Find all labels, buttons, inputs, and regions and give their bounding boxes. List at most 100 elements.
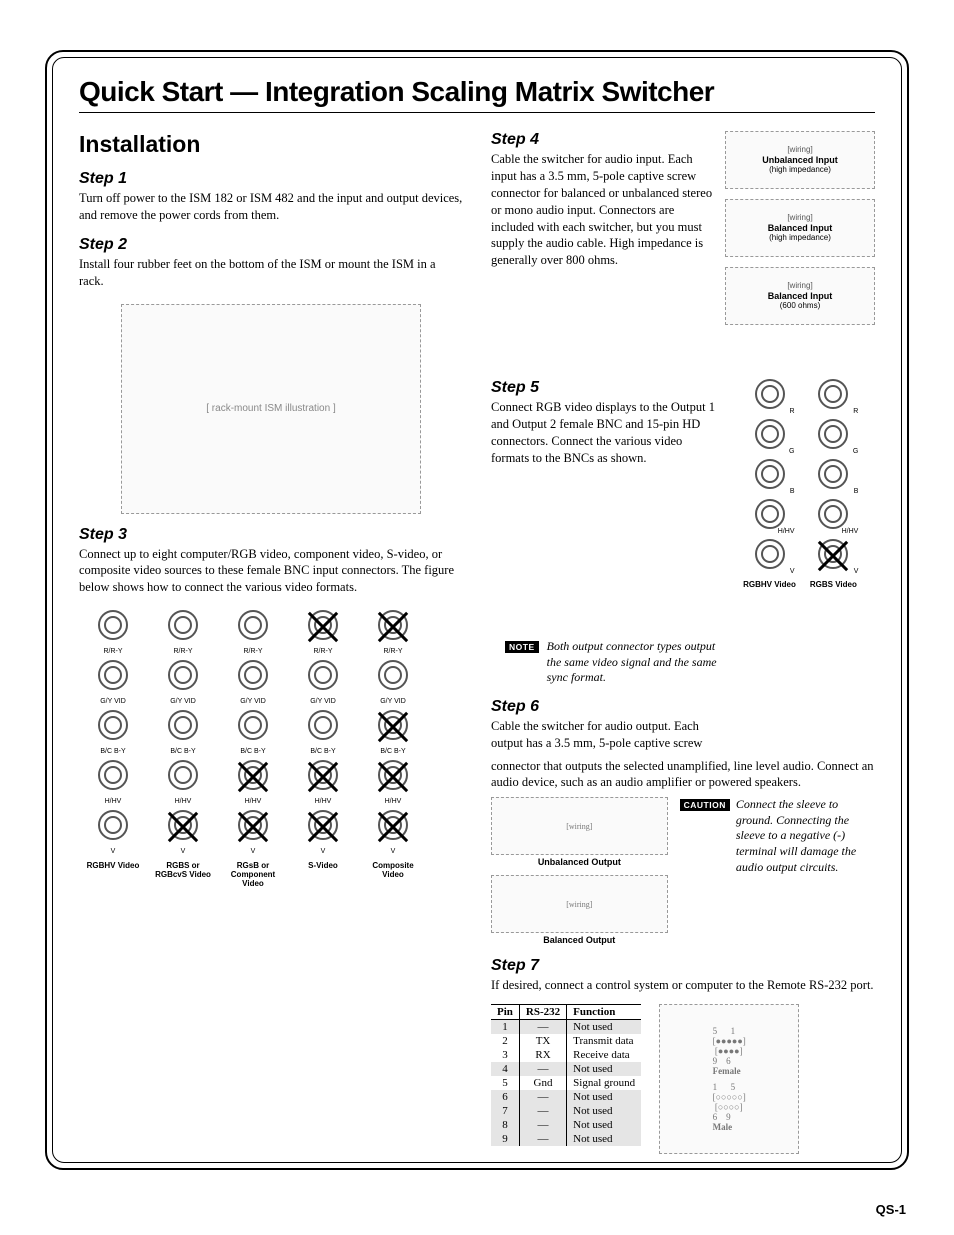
bnc-connector xyxy=(236,810,270,844)
bnc-connector xyxy=(306,810,340,844)
rs232-pin: 9 xyxy=(491,1132,519,1146)
page-outer-border: Quick Start — Integration Scaling Matrix… xyxy=(45,50,909,1170)
audio-input-diagrams: [wiring] Unbalanced Input (high impedanc… xyxy=(725,131,875,361)
page-number: QS-1 xyxy=(876,1202,906,1217)
bnc-connector: B xyxy=(753,459,787,493)
bnc-connector xyxy=(306,610,340,644)
rack-mount-figure: [ rack-mount ISM illustration ] xyxy=(121,304,421,514)
bnc-signal-label: B/C B-Y xyxy=(223,748,283,756)
bnc-x-icon xyxy=(376,610,410,644)
bnc-column-label: S-Video xyxy=(308,862,338,871)
bnc-x-icon xyxy=(306,610,340,644)
rs232-function: Signal ground xyxy=(567,1076,642,1090)
caution-text: Connect the sleeve to ground. Connecting… xyxy=(736,797,872,875)
bnc-signal-label: H/HV xyxy=(293,798,353,806)
bnc-input-column: R/R-YG/Y VIDB/C B-YH/HVVRGBS or RGBcvS V… xyxy=(153,610,213,888)
rs232-pin: 3 xyxy=(491,1048,519,1062)
rs232-col-pin: Pin xyxy=(491,1005,519,1020)
bnc-signal-label: B/C B-Y xyxy=(83,748,143,756)
bnc-signal-label: V xyxy=(790,568,795,575)
bnc-signal-label: R xyxy=(789,408,794,415)
bnc-connector: V xyxy=(753,539,787,573)
step2-body: Install four rubber feet on the bottom o… xyxy=(79,256,463,290)
bnc-connector xyxy=(166,810,200,844)
unbalanced-input-diagram: [wiring] Unbalanced Input (high impedanc… xyxy=(725,131,875,189)
step6-heading: Step 6 xyxy=(491,698,875,716)
bnc-connector xyxy=(306,760,340,794)
bnc-signal-label: G/Y VID xyxy=(153,698,213,706)
bnc-signal-label: G/Y VID xyxy=(363,698,423,706)
bnc-connector: G xyxy=(753,419,787,453)
bnc-connector xyxy=(166,610,200,644)
rs232-function: Not used xyxy=(567,1090,642,1104)
600-ohms-label: (600 ohms) xyxy=(780,301,820,311)
step5-note: NOTE Both output connector types output … xyxy=(505,639,728,686)
bnc-column-label: RGsB or Component Video xyxy=(223,862,283,888)
bnc-connector: B xyxy=(816,459,850,493)
rs232-function: Transmit data xyxy=(567,1034,642,1048)
rs232-pin: 6 xyxy=(491,1090,519,1104)
rs232-function: Not used xyxy=(567,1132,642,1146)
bnc-signal-label: G/Y VID xyxy=(293,698,353,706)
rs232-signal: — xyxy=(519,1132,566,1146)
installation-heading: Installation xyxy=(79,131,463,158)
bnc-x-icon xyxy=(376,710,410,744)
bnc-connector xyxy=(236,610,270,644)
bnc-column-label: Composite Video xyxy=(363,862,423,880)
balanced-input-600ohm-diagram: [wiring] Balanced Input (600 ohms) xyxy=(725,267,875,325)
bnc-connector xyxy=(96,810,130,844)
bnc-signal-label: H/HV xyxy=(223,798,283,806)
balanced-output-diagram: [wiring] xyxy=(491,875,668,933)
rs232-pin: 8 xyxy=(491,1118,519,1132)
rs232-signal: Gnd xyxy=(519,1076,566,1090)
bnc-signal-label: H/HV xyxy=(842,528,859,535)
bnc-signal-label: G xyxy=(853,448,858,455)
bnc-x-icon xyxy=(376,810,410,844)
rs232-function: Receive data xyxy=(567,1048,642,1062)
step5-note-text: Both output connector types output the s… xyxy=(547,639,728,686)
bnc-connector xyxy=(96,710,130,744)
bnc-x-icon xyxy=(816,539,850,573)
audio-output-section: [wiring] Unbalanced Output [wiring] Bala… xyxy=(491,797,875,945)
bnc-connector xyxy=(376,760,410,794)
step3-heading: Step 3 xyxy=(79,526,463,544)
bnc-column-label: RGBS or RGBcvS Video xyxy=(153,862,213,880)
bnc-signal-label: V xyxy=(83,848,143,856)
rs232-row: 3RXReceive data xyxy=(491,1048,641,1062)
bnc-connector: R xyxy=(753,379,787,413)
bnc-signal-label: H/HV xyxy=(363,798,423,806)
rs232-row: 2TXTransmit data xyxy=(491,1034,641,1048)
step5-body: Connect RGB video displays to the Output… xyxy=(491,399,721,467)
rs232-row: 7—Not used xyxy=(491,1104,641,1118)
bnc-x-icon xyxy=(236,810,270,844)
step1-body: Turn off power to the ISM 182 or ISM 482… xyxy=(79,190,463,224)
rs232-signal: — xyxy=(519,1020,566,1035)
bnc-x-icon xyxy=(306,810,340,844)
bnc-connector xyxy=(376,660,410,694)
step6-body-a: Cable the switcher for audio output. Eac… xyxy=(491,718,721,752)
diagram-placeholder: [wiring] xyxy=(787,145,812,155)
step7-heading: Step 7 xyxy=(491,957,875,975)
bnc-x-icon xyxy=(166,810,200,844)
unbalanced-output-diagram: [wiring] xyxy=(491,797,668,855)
bnc-connector xyxy=(166,660,200,694)
caution-block: CAUTION Connect the sleeve to ground. Co… xyxy=(680,797,872,945)
bnc-signal-label: B/C B-Y xyxy=(153,748,213,756)
bnc-signal-label: R/R-Y xyxy=(293,648,353,656)
bnc-signal-label: V xyxy=(293,848,353,856)
high-impedance-label: (high impedance) xyxy=(769,165,831,175)
rs232-pin: 2 xyxy=(491,1034,519,1048)
bnc-connector xyxy=(236,710,270,744)
step6-body-b: connector that outputs the selected unam… xyxy=(491,758,875,792)
high-impedance-label-2: (high impedance) xyxy=(769,233,831,243)
bnc-signal-label: H/HV xyxy=(778,528,795,535)
bnc-signal-label: H/HV xyxy=(153,798,213,806)
bnc-signal-label: V xyxy=(223,848,283,856)
bnc-x-icon xyxy=(376,760,410,794)
rs232-pin: 5 xyxy=(491,1076,519,1090)
bnc-output-column: RGBH/HVVRGBHV Video xyxy=(743,379,796,590)
balanced-input-label-2: Balanced Input xyxy=(768,291,833,302)
bnc-connector xyxy=(306,660,340,694)
rs232-row: 4—Not used xyxy=(491,1062,641,1076)
bnc-signal-label: R/R-Y xyxy=(83,648,143,656)
